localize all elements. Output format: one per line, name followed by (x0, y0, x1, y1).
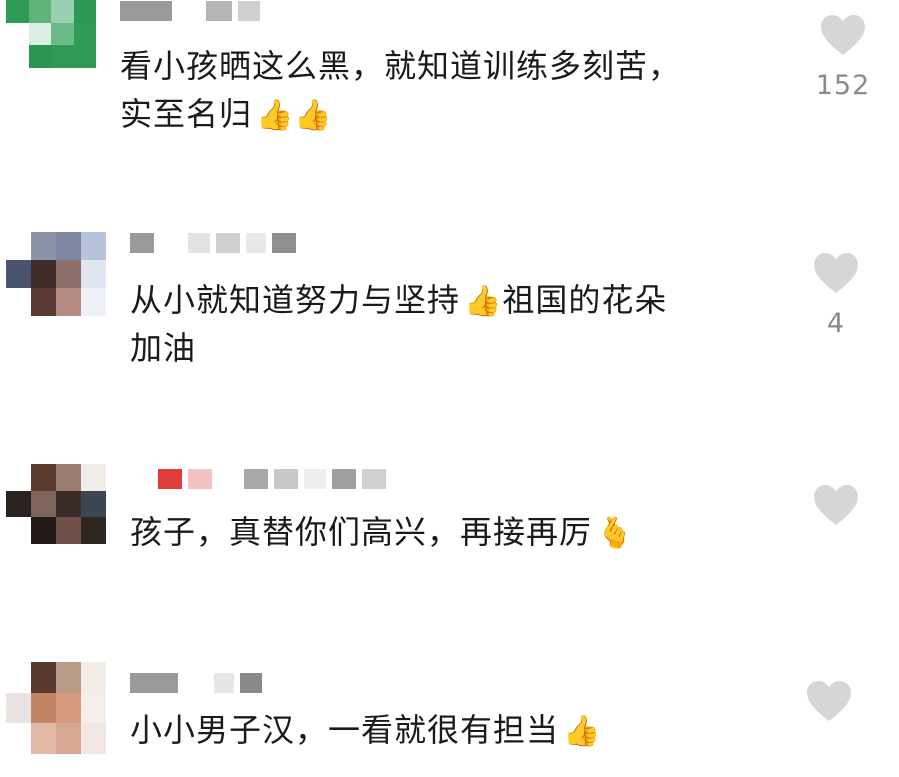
heart-icon (814, 252, 858, 294)
heart-icon (807, 680, 851, 722)
like-count: 4 (826, 308, 846, 339)
like-button[interactable]: 4 (801, 252, 871, 339)
username[interactable] (120, 0, 260, 22)
avatar[interactable] (6, 662, 106, 754)
heart-icon (814, 484, 858, 526)
comment-text: 看小孩晒这么黑，就知道训练多刻苦， (120, 47, 682, 85)
comment-item: 孩子，真替你们高兴，再接再厉 🫰 (0, 458, 899, 578)
comment-text: 孩子，真替你们高兴，再接再厉 🫰 (130, 513, 635, 551)
username[interactable] (130, 468, 386, 490)
username[interactable] (130, 232, 296, 254)
username[interactable] (130, 672, 262, 694)
comment-item: 看小孩晒这么黑，就知道训练多刻苦， 实至名归 👍👍 152 (0, 0, 899, 170)
comment-item: 小小男子汉，一看就很有担当 👍 (0, 652, 899, 777)
like-button[interactable] (801, 484, 871, 540)
like-count: 152 (815, 70, 871, 101)
comment-text: 小小男子汉，一看就很有担当 👍 (130, 711, 602, 749)
comment-text: 从小就知道努力与坚持 👍祖国的花朵 (130, 281, 668, 319)
like-button[interactable]: 152 (808, 14, 878, 101)
comment-text-line2: 加油 (130, 329, 197, 367)
avatar[interactable] (6, 464, 106, 544)
avatar[interactable] (6, 232, 106, 316)
thumbs-up-icon: 👍 (563, 714, 602, 749)
comment-item: 从小就知道努力与坚持 👍祖国的花朵 加油 4 (0, 222, 899, 392)
heart-icon (821, 14, 865, 56)
finger-heart-icon: 🫰 (596, 516, 635, 551)
thumbs-up-icon: 👍👍 (256, 98, 333, 133)
like-button[interactable] (794, 680, 864, 736)
thumbs-up-icon: 👍 (464, 284, 503, 319)
avatar[interactable] (6, 0, 96, 68)
comment-text-line2: 实至名归 👍👍 (120, 95, 333, 133)
